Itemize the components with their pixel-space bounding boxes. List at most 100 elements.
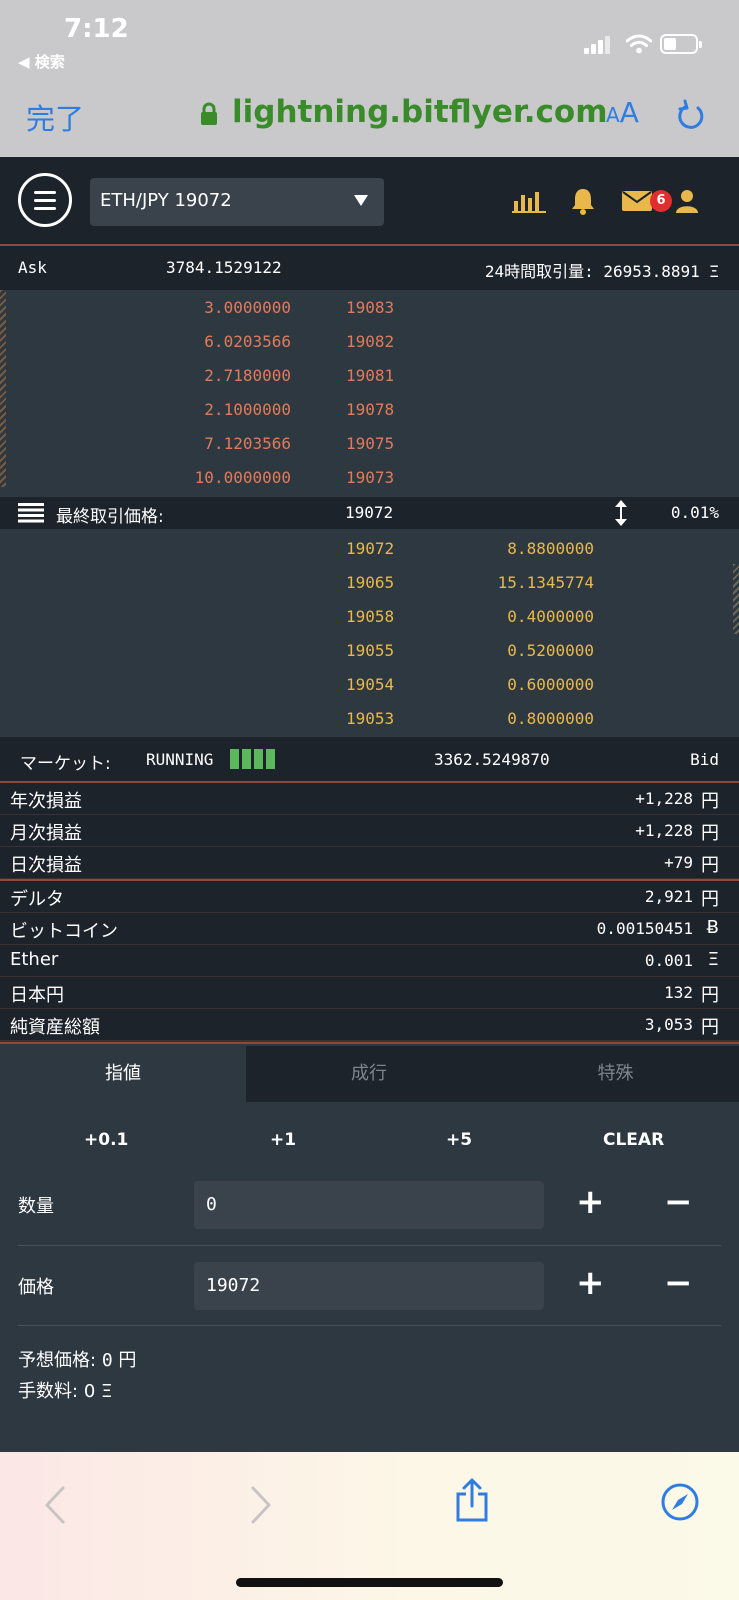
text-size-small-glyph: A (606, 103, 620, 127)
balance-value: 2,921 (644, 887, 693, 906)
balance-unit: 円 (701, 985, 719, 1006)
bid-price: 19065 (346, 573, 395, 592)
quantity-input[interactable]: 0 (194, 1181, 544, 1229)
fee: 手数料: 0 Ξ (18, 1377, 112, 1403)
balance-label: 日次損益 (10, 855, 82, 876)
ask-price: 19082 (346, 332, 395, 351)
estimated-price-unit: 円 (118, 1350, 137, 1371)
quantity-minus-button[interactable]: − (664, 1182, 693, 1222)
volume-24h-value: 26953.8891 Ξ (603, 262, 719, 281)
list-icon[interactable] (18, 503, 44, 523)
price-minus-button[interactable]: − (664, 1263, 693, 1303)
balance-row: 日本円 132 円 (0, 977, 739, 1009)
balance-value: +1,228 (635, 821, 693, 840)
ask-row[interactable]: 2.1000000 19078 (0, 392, 739, 426)
bid-size: 15.1345774 (497, 573, 594, 592)
last-price: 19072 (345, 503, 394, 522)
ask-label: Ask (18, 258, 47, 277)
bid-row[interactable]: 19058 0.4000000 (0, 599, 739, 633)
quantity-plus-button[interactable]: + (576, 1182, 605, 1222)
increment-0-1-button[interactable]: +0.1 (84, 1130, 128, 1150)
clear-button[interactable]: CLEAR (603, 1130, 664, 1150)
tab-market[interactable]: 成行 (246, 1046, 492, 1102)
tab-special[interactable]: 特殊 (492, 1046, 739, 1102)
order-type-tabs: 指値 成行 特殊 (0, 1046, 739, 1102)
price-input[interactable]: 19072 (194, 1262, 544, 1310)
ask-row[interactable]: 2.7180000 19081 (0, 358, 739, 392)
price-input-value: 19072 (206, 1275, 261, 1296)
balance-value: +79 (664, 853, 693, 872)
last-price-label: 最終取引価格: (56, 507, 164, 527)
bell-icon[interactable] (569, 187, 597, 215)
market-status: RUNNING (146, 750, 214, 769)
hamburger-menu-button[interactable] (18, 173, 72, 227)
bid-size: 0.5200000 (507, 641, 594, 660)
bid-size: 0.6000000 (507, 675, 594, 694)
bid-size: 0.8000000 (507, 709, 594, 728)
order-form: +0.1 +1 +5 CLEAR 数量 0 + − 価格 19072 + − 予… (0, 1102, 739, 1452)
done-button[interactable]: 完了 (26, 96, 84, 138)
compass-icon[interactable] (660, 1482, 700, 1522)
bar-chart-icon[interactable] (512, 189, 546, 213)
volume-24h: 24時間取引量: 26953.8891 Ξ (485, 258, 719, 282)
price-change: 0.01% (670, 503, 719, 522)
pair-selector[interactable]: ETH/JPY 19072 (90, 178, 384, 226)
cellular-signal-icon (584, 36, 612, 54)
ask-row[interactable]: 6.0203566 19082 (0, 324, 739, 358)
wifi-icon (626, 34, 652, 54)
ask-row[interactable]: 3.0000000 19083 (0, 290, 739, 324)
balance-row: デルタ 2,921 円 (0, 881, 739, 913)
ask-row[interactable]: 10.0000000 19073 (0, 460, 739, 494)
text-size-large-glyph: A (619, 96, 639, 129)
balance-value: 3,053 (644, 1015, 693, 1034)
back-chevron-icon[interactable] (44, 1486, 66, 1524)
balance-label: デルタ (10, 889, 64, 910)
reload-icon[interactable] (676, 98, 706, 132)
back-to-search-link[interactable]: ◀ 検索 (18, 51, 65, 72)
up-down-arrow-icon (615, 500, 627, 526)
balance-unit: Ƀ (706, 917, 719, 938)
divider (18, 1325, 721, 1326)
divider (18, 1245, 721, 1246)
ask-size: 6.0203566 (204, 332, 291, 351)
estimated-price-value: 0 (101, 1350, 113, 1371)
balance-unit: 円 (701, 791, 719, 812)
bid-row[interactable]: 19065 15.1345774 (0, 565, 739, 599)
ask-price: 19075 (346, 434, 395, 453)
caret-down-icon (354, 195, 368, 206)
increment-5-button[interactable]: +5 (446, 1130, 472, 1150)
battery-icon (660, 34, 702, 54)
divider (0, 1042, 739, 1044)
bid-label: Bid (690, 750, 719, 769)
market-health-indicator (230, 749, 278, 774)
increment-1-button[interactable]: +1 (270, 1130, 296, 1150)
bid-row[interactable]: 19054 0.6000000 (0, 667, 739, 701)
bid-row[interactable]: 19053 0.8000000 (0, 701, 739, 735)
balance-unit: 円 (701, 889, 719, 910)
share-icon[interactable] (454, 1478, 490, 1522)
ask-row[interactable]: 7.1203566 19075 (0, 426, 739, 460)
browser-toolbar (0, 1452, 739, 1600)
tab-limit[interactable]: 指値 (0, 1046, 246, 1102)
balance-row: 年次損益 +1,228 円 (0, 783, 739, 815)
balance-row: ビットコイン 0.00150451 Ƀ (0, 913, 739, 945)
ask-total: 3784.1529122 (166, 258, 282, 277)
quantity-input-value: 0 (206, 1194, 217, 1215)
mail-icon[interactable] (622, 191, 652, 211)
mail-count-badge: 6 (650, 190, 672, 212)
user-icon[interactable] (676, 189, 698, 213)
balance-label: 月次損益 (10, 823, 82, 844)
balance-value: 132 (664, 983, 693, 1002)
ask-price: 19073 (346, 468, 395, 487)
forward-chevron-icon[interactable] (250, 1486, 272, 1524)
bid-row[interactable]: 19055 0.5200000 (0, 633, 739, 667)
balance-unit: 円 (701, 1017, 719, 1038)
bid-row[interactable]: 19072 8.8800000 (0, 531, 739, 565)
text-size-button[interactable]: AA (606, 96, 639, 129)
balance-value: +1,228 (635, 789, 693, 808)
home-indicator (236, 1578, 503, 1587)
bid-price: 19072 (346, 539, 395, 558)
price-plus-button[interactable]: + (576, 1263, 605, 1303)
url-text[interactable]: lightning.bitflyer.com (232, 94, 608, 130)
estimated-price-label: 予想価格: (18, 1350, 97, 1371)
